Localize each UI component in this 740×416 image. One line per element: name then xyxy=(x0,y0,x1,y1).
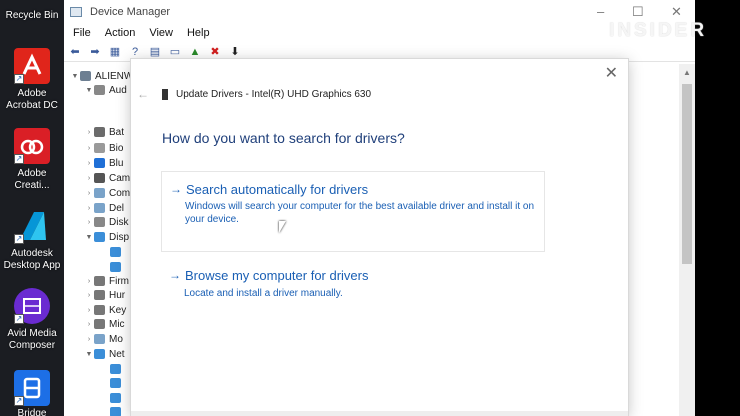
display-adapter-entry[interactable] xyxy=(110,245,125,259)
close-icon[interactable]: ✕ xyxy=(605,63,618,83)
network-adapter-entry[interactable] xyxy=(110,391,125,405)
menu-bar: File Action View Help xyxy=(64,24,695,42)
option-description: Windows will search your computer for th… xyxy=(185,201,535,225)
close-window-button[interactable]: ✕ xyxy=(671,4,682,20)
uninstall-icon[interactable]: ✖ xyxy=(208,45,222,59)
screen: Recycle Bin ↗ Adobe Acrobat DC ↗ Adobe C… xyxy=(0,0,740,416)
tree-scrollbar[interactable]: ▲ xyxy=(679,64,695,416)
tree-item[interactable]: › Com xyxy=(84,186,130,200)
acrobat-icon: ↗ xyxy=(14,48,50,84)
tree-root[interactable]: ▼ ALIENW xyxy=(70,69,134,83)
dialog-heading: How do you want to search for drivers? xyxy=(162,130,405,146)
back-arrow-icon[interactable]: ← xyxy=(137,87,149,101)
tree-item[interactable]: ▼ Aud xyxy=(84,83,127,97)
desktop-icon-label: Recycle Bin xyxy=(5,10,59,21)
properties-icon[interactable]: ▦ xyxy=(108,45,122,59)
menu-action[interactable]: Action xyxy=(105,27,136,39)
monitor-icon[interactable]: ▭ xyxy=(168,45,182,59)
display-adapter-entry[interactable] xyxy=(110,260,125,274)
network-adapter-entry[interactable] xyxy=(110,362,125,376)
tree-item[interactable]: › Key xyxy=(84,303,126,317)
device-manager-icon xyxy=(70,7,82,17)
tree-item[interactable]: › Disk xyxy=(84,215,129,229)
desktop-icon-bridge[interactable]: ↗ Bridge xyxy=(0,370,64,416)
dialog-footer xyxy=(131,411,628,416)
menu-view[interactable]: View xyxy=(149,27,173,39)
desktop-icon-autodesk[interactable]: ↗ Autodesk Desktop App xyxy=(0,208,64,272)
tree-item[interactable]: › Cam xyxy=(84,171,130,185)
desktop-icon-label: Adobe Creati... xyxy=(14,168,50,191)
option-label: Browse my computer for drivers xyxy=(185,268,369,283)
network-adapter-entry[interactable] xyxy=(110,405,125,416)
back-icon[interactable]: ⬅ xyxy=(68,45,82,59)
browse-computer-option[interactable]: → Browse my computer for drivers Locate … xyxy=(161,268,545,312)
tree-item[interactable]: › Firm xyxy=(84,274,129,288)
scroll-up-icon[interactable]: ▲ xyxy=(683,68,691,77)
search-automatically-option[interactable]: → Search automatically for drivers Windo… xyxy=(161,171,545,252)
tree-item[interactable]: ▼ Net xyxy=(84,347,125,361)
maximize-button[interactable]: ☐ xyxy=(632,4,644,20)
desktop-icon-creative-cloud[interactable]: ↗ Adobe Creati... xyxy=(0,128,64,192)
chevron-down-icon: ▼ xyxy=(71,72,79,80)
desktop-icons: Recycle Bin ↗ Adobe Acrobat DC ↗ Adobe C… xyxy=(0,0,64,416)
menu-file[interactable]: File xyxy=(73,27,91,39)
desktop-icon-label: Bridge xyxy=(17,408,47,416)
arrow-right-icon: → xyxy=(169,268,181,282)
bridge-icon: ↗ xyxy=(14,370,50,406)
insider-watermark: INSIDER xyxy=(609,20,708,41)
update-drivers-dialog: ✕ ← Update Drivers - Intel(R) UHD Graphi… xyxy=(131,59,628,416)
tree-root-label: ALIENW xyxy=(95,70,134,82)
computer-icon xyxy=(80,71,91,81)
creative-cloud-icon: ↗ xyxy=(14,128,50,164)
desktop-icon-avid[interactable]: ↗ Avid Media Composer xyxy=(0,288,64,352)
desktop-icon-label: Avid Media Composer xyxy=(7,328,57,351)
network-adapter-entry[interactable] xyxy=(110,376,125,390)
option-header: → Browse my computer for drivers xyxy=(169,268,369,284)
scrollbar-thumb[interactable] xyxy=(682,84,692,264)
desktop-icon-acrobat[interactable]: ↗ Adobe Acrobat DC xyxy=(0,48,64,112)
tree-item[interactable]: › Bio xyxy=(84,141,124,155)
option-description: Locate and install a driver manually. xyxy=(184,288,343,299)
tree-item[interactable]: › Bat xyxy=(84,125,124,139)
mouse-cursor-icon xyxy=(279,221,286,233)
desktop-icon-recycle-bin[interactable]: Recycle Bin xyxy=(0,0,64,22)
help-icon[interactable]: ? xyxy=(128,45,142,59)
option-label: Search automatically for drivers xyxy=(186,182,369,197)
avid-icon: ↗ xyxy=(14,288,50,324)
forward-icon[interactable]: ➡ xyxy=(88,45,102,59)
update-driver-icon[interactable]: ▲ xyxy=(188,45,202,59)
tree-item[interactable]: › Mo xyxy=(84,332,123,346)
download-icon[interactable]: ⬇ xyxy=(228,45,242,59)
tree-item[interactable]: › Del xyxy=(84,201,124,215)
autodesk-icon: ↗ xyxy=(14,208,50,244)
tree-item[interactable]: › Mic xyxy=(84,317,125,331)
scan-icon[interactable]: ▤ xyxy=(148,45,162,59)
dialog-title: Update Drivers - Intel(R) UHD Graphics 6… xyxy=(162,89,371,100)
dialog-title-text: Update Drivers - Intel(R) UHD Graphics 6… xyxy=(176,89,372,100)
minimize-button[interactable]: – xyxy=(597,4,604,19)
menu-help[interactable]: Help xyxy=(187,27,210,39)
graphics-card-icon xyxy=(162,89,168,100)
arrow-right-icon: → xyxy=(170,182,182,196)
desktop-icon-label: Autodesk Desktop App xyxy=(3,248,61,271)
tree-item[interactable]: ▼ Disp xyxy=(84,230,129,244)
window-title: Device Manager xyxy=(90,6,171,18)
tree-item[interactable]: › Hur xyxy=(84,288,125,302)
desktop-icon-label: Adobe Acrobat DC xyxy=(6,88,58,111)
option-header: → Search automatically for drivers xyxy=(170,182,368,198)
tree-item[interactable]: › Blu xyxy=(84,156,124,170)
